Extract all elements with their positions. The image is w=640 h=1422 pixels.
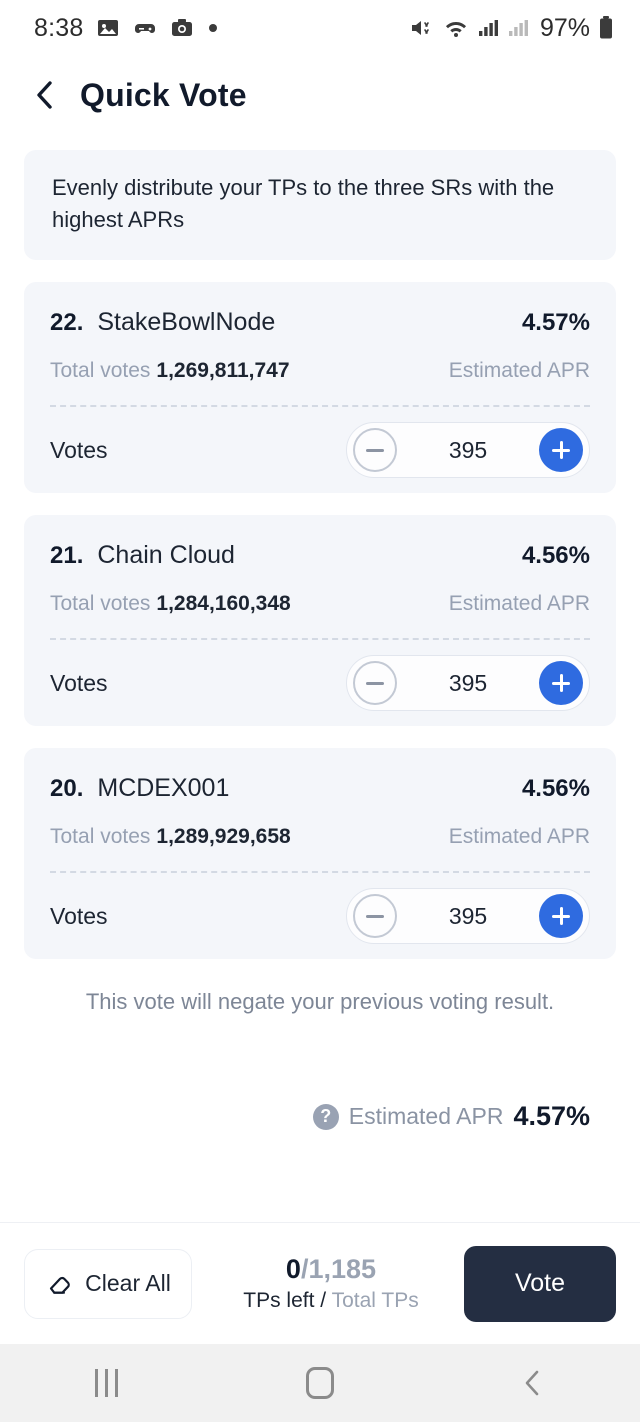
total-votes: Total votes 1,284,160,348 — [50, 592, 291, 616]
app-header: Quick Vote — [0, 56, 640, 134]
wifi-icon — [443, 16, 469, 40]
sr-identity: 20. MCDEX001 — [50, 774, 229, 803]
total-votes-label: Total votes — [50, 825, 151, 848]
votes-row: Votes 395 — [50, 407, 590, 493]
tps-summary: 0/1,185 TPs left / Total TPs — [243, 1252, 418, 1316]
minus-circle-icon[interactable] — [353, 894, 397, 938]
dot-icon — [207, 22, 219, 34]
sr-apr-value: 4.57% — [521, 309, 590, 336]
status-bar-left: 8:38 — [34, 14, 219, 43]
sr-rank: 20. — [50, 775, 84, 802]
sr-identity: 21. Chain Cloud — [50, 541, 235, 570]
total-votes-label: Total votes — [50, 359, 151, 382]
votes-value[interactable]: 395 — [397, 903, 539, 930]
battery-icon — [598, 15, 614, 41]
battery-percent: 97% — [539, 13, 590, 42]
votes-value[interactable]: 395 — [397, 670, 539, 697]
total-votes-value: 1,289,929,658 — [156, 825, 291, 848]
quantity-stepper[interactable]: 395 — [346, 655, 590, 711]
sr-card[interactable]: 22. StakeBowlNode 4.57% Total votes 1,269… — [24, 282, 616, 493]
sr-apr-value: 4.56% — [521, 775, 590, 802]
summary-label: Estimated APR — [348, 1103, 504, 1129]
sr-rank: 21. — [50, 542, 84, 569]
votes-row: Votes 395 — [50, 873, 590, 959]
summary-row: ? Estimated APR 4.57% — [24, 1101, 616, 1132]
sr-card[interactable]: 21. Chain Cloud 4.56% Total votes 1,284,1… — [24, 515, 616, 726]
info-banner: Evenly distribute your TPs to the three … — [24, 150, 616, 260]
quantity-stepper[interactable]: 395 — [346, 422, 590, 478]
sr-rank: 22. — [50, 309, 84, 336]
back-chevron-icon — [526, 1370, 539, 1396]
negate-note: This vote will negate your previous voti… — [85, 989, 555, 1014]
android-nav-bar — [0, 1344, 640, 1422]
recents-button[interactable] — [47, 1344, 167, 1422]
eraser-icon — [50, 1276, 71, 1294]
minus-circle-icon[interactable] — [353, 661, 397, 705]
tps-numbers: 0/1,185 — [243, 1252, 418, 1286]
sr-card-subheader: Total votes 1,289,929,658 Estimated APR — [50, 825, 590, 849]
estimated-apr-label: Estimated APR — [448, 359, 590, 382]
sr-apr-value: 4.56% — [521, 542, 590, 569]
status-time: 8:38 — [34, 13, 84, 42]
question-mark-icon[interactable]: ? — [312, 1103, 339, 1130]
back-button[interactable] — [22, 72, 68, 118]
votes-label: Votes — [50, 436, 108, 463]
sr-card-subheader: Total votes 1,269,811,747 Estimated APR — [50, 359, 590, 383]
camera-icon — [170, 16, 194, 40]
volume-mute-icon — [409, 16, 435, 40]
home-button[interactable] — [260, 1344, 380, 1422]
plus-circle-icon[interactable] — [539, 894, 583, 938]
plus-circle-icon[interactable] — [539, 428, 583, 472]
tps-caption-right: Total TPs — [331, 1288, 419, 1312]
votes-label: Votes — [50, 669, 108, 696]
sr-identity: 22. StakeBowlNode — [50, 308, 275, 337]
home-icon — [305, 1367, 334, 1399]
votes-row: Votes 395 — [50, 640, 590, 726]
summary-value: 4.57% — [513, 1101, 590, 1131]
tps-caption-left: TPs left / — [243, 1288, 327, 1312]
status-bar-right: 97% — [409, 14, 614, 43]
sr-card[interactable]: 20. MCDEX001 4.56% Total votes 1,289,929,… — [24, 748, 616, 959]
total-votes-value: 1,284,160,348 — [156, 592, 291, 615]
sr-card-header: 21. Chain Cloud 4.56% — [50, 541, 590, 570]
sr-name: StakeBowlNode — [97, 308, 276, 336]
tps-total-value: 1,185 — [308, 1253, 377, 1284]
total-votes-value: 1,269,811,747 — [156, 359, 290, 382]
sr-card-header: 20. MCDEX001 4.56% — [50, 774, 590, 803]
vote-button[interactable]: Vote — [463, 1245, 616, 1322]
total-votes-label: Total votes — [50, 592, 151, 615]
quantity-stepper[interactable]: 395 — [346, 888, 590, 944]
tps-left-value: 0 — [285, 1253, 301, 1284]
clear-all-label: Clear All — [85, 1270, 171, 1296]
vote-button-label: Vote — [514, 1269, 566, 1297]
main-content: Evenly distribute your TPs to the three … — [0, 134, 640, 1222]
status-bar: 8:38 97% — [0, 0, 640, 56]
bottom-action-bar: Clear All 0/1,185 TPs left / Total TPs V… — [0, 1222, 640, 1344]
signal-icon — [477, 16, 499, 40]
nav-back-button[interactable] — [473, 1344, 593, 1422]
game-icon — [133, 16, 157, 40]
sr-name: Chain Cloud — [97, 541, 235, 569]
clear-all-button[interactable]: Clear All — [24, 1248, 192, 1319]
chevron-left-icon — [37, 81, 52, 109]
votes-label: Votes — [50, 902, 108, 929]
estimated-apr-label: Estimated APR — [448, 592, 590, 615]
total-votes: Total votes 1,289,929,658 — [50, 825, 291, 849]
signal-icon-secondary — [507, 16, 529, 40]
image-icon — [96, 16, 120, 40]
sr-card-subheader: Total votes 1,284,160,348 Estimated APR — [50, 592, 590, 616]
sr-name: MCDEX001 — [97, 774, 230, 802]
sr-card-header: 22. StakeBowlNode 4.57% — [50, 308, 590, 337]
tps-caption: TPs left / Total TPs — [243, 1286, 418, 1316]
estimated-apr-label: Estimated APR — [448, 825, 590, 848]
minus-circle-icon[interactable] — [353, 428, 397, 472]
votes-value[interactable]: 395 — [397, 437, 539, 464]
page-title: Quick Vote — [80, 76, 247, 113]
total-votes: Total votes 1,269,811,747 — [50, 359, 290, 383]
quick-vote-screen: 8:38 97% Quick Vote Evenly distribute yo… — [0, 0, 640, 1422]
plus-circle-icon[interactable] — [539, 661, 583, 705]
recents-icon — [95, 1369, 119, 1397]
